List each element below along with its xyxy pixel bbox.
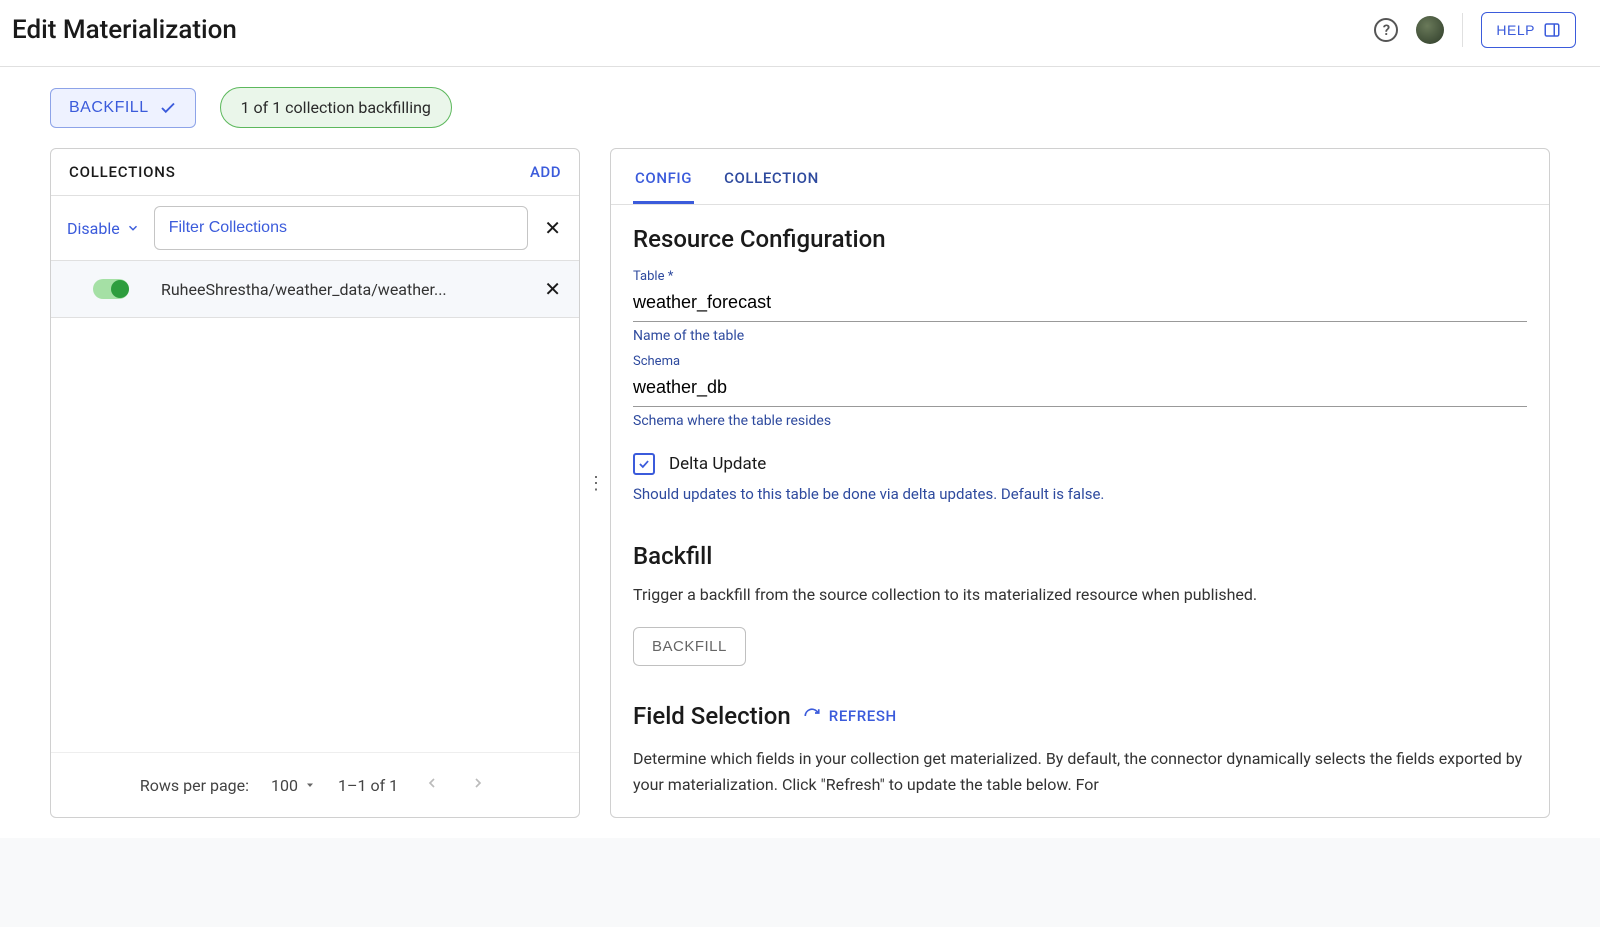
schema-field: Schema Schema where the table resides bbox=[633, 354, 1527, 429]
chevron-left-icon bbox=[424, 775, 440, 791]
table-field: Table * Name of the table bbox=[633, 269, 1527, 344]
backfill-heading: Backfill bbox=[633, 542, 1527, 570]
page-size-value: 100 bbox=[271, 776, 298, 795]
pagination: Rows per page: 100 1–1 of 1 bbox=[51, 752, 579, 817]
field-selection-header: Field Selection REFRESH bbox=[633, 702, 1527, 730]
collections-panel: COLLECTIONS ADD Disable ✕ RuheeShrestha/… bbox=[50, 148, 580, 818]
tab-config[interactable]: CONFIG bbox=[633, 149, 694, 204]
collections-header: COLLECTIONS ADD bbox=[51, 149, 579, 196]
check-icon bbox=[159, 99, 177, 117]
table-help: Name of the table bbox=[633, 328, 1527, 344]
toggle-knob bbox=[111, 280, 129, 298]
disable-label: Disable bbox=[67, 219, 120, 238]
collections-controls: Disable ✕ bbox=[51, 196, 579, 261]
schema-input[interactable] bbox=[633, 369, 1527, 407]
divider bbox=[1462, 13, 1463, 47]
refresh-icon bbox=[803, 707, 821, 725]
backfill-trigger-button[interactable]: BACKFILL bbox=[633, 627, 746, 666]
prev-page-button[interactable] bbox=[420, 775, 444, 795]
schema-label: Schema bbox=[633, 354, 1527, 369]
schema-help: Schema where the table resides bbox=[633, 413, 1527, 429]
help-button-label: HELP bbox=[1496, 22, 1535, 38]
panel-divider: ⋮ bbox=[580, 148, 610, 818]
avatar[interactable] bbox=[1416, 16, 1444, 44]
clear-filter-icon[interactable]: ✕ bbox=[540, 216, 565, 240]
header-actions: ? HELP bbox=[1374, 12, 1576, 48]
delta-update-checkbox[interactable] bbox=[633, 453, 655, 475]
filter-collections-input[interactable] bbox=[154, 206, 529, 250]
backfill-text: Trigger a backfill from the source colle… bbox=[633, 582, 1527, 608]
backfill-section: Backfill Trigger a backfill from the sou… bbox=[633, 542, 1527, 667]
field-selection-text: Determine which fields in your collectio… bbox=[633, 746, 1527, 797]
spacer bbox=[51, 318, 579, 752]
chevron-right-icon bbox=[470, 775, 486, 791]
backfill-button-label: BACKFILL bbox=[69, 99, 149, 117]
backfill-button[interactable]: BACKFILL bbox=[50, 88, 196, 128]
workspace: COLLECTIONS ADD Disable ✕ RuheeShrestha/… bbox=[0, 148, 1600, 838]
config-panel: CONFIG COLLECTION Resource Configuration… bbox=[610, 148, 1550, 818]
rows-per-page-label: Rows per page: bbox=[140, 776, 249, 795]
collections-title: COLLECTIONS bbox=[69, 163, 176, 181]
page-size-select[interactable]: 100 bbox=[271, 776, 316, 795]
page-range: 1–1 of 1 bbox=[338, 776, 398, 795]
delta-update-label: Delta Update bbox=[669, 454, 766, 474]
refresh-label: REFRESH bbox=[829, 707, 897, 725]
toolbar: BACKFILL 1 of 1 collection backfilling bbox=[0, 67, 1600, 148]
collection-toggle[interactable] bbox=[93, 279, 129, 299]
table-label: Table * bbox=[633, 269, 1527, 284]
sidebar-icon bbox=[1543, 21, 1561, 39]
disable-dropdown[interactable]: Disable bbox=[65, 213, 142, 244]
field-selection-section: Field Selection REFRESH Determine which … bbox=[633, 702, 1527, 797]
collection-name: RuheeShrestha/weather_data/weather... bbox=[161, 280, 530, 299]
help-button[interactable]: HELP bbox=[1481, 12, 1576, 48]
delta-update-help: Should updates to this table be done via… bbox=[633, 483, 1527, 506]
help-icon[interactable]: ? bbox=[1374, 18, 1398, 42]
check-icon bbox=[637, 457, 651, 471]
remove-collection-icon[interactable]: ✕ bbox=[544, 277, 561, 301]
delta-update-row: Delta Update bbox=[633, 453, 1527, 475]
resource-config-heading: Resource Configuration bbox=[633, 225, 1527, 253]
chevron-down-icon bbox=[126, 221, 140, 235]
add-collection-button[interactable]: ADD bbox=[530, 163, 561, 181]
page-title: Edit Materialization bbox=[12, 15, 237, 45]
drag-handle-icon[interactable]: ⋮ bbox=[587, 473, 603, 494]
refresh-button[interactable]: REFRESH bbox=[803, 707, 897, 725]
status-badge: 1 of 1 collection backfilling bbox=[220, 87, 452, 128]
table-input[interactable] bbox=[633, 284, 1527, 322]
tab-collection[interactable]: COLLECTION bbox=[722, 149, 821, 204]
collection-row[interactable]: RuheeShrestha/weather_data/weather... ✕ bbox=[51, 261, 579, 318]
config-tabs: CONFIG COLLECTION bbox=[611, 149, 1549, 205]
page-header: Edit Materialization ? HELP bbox=[0, 0, 1600, 67]
next-page-button[interactable] bbox=[466, 775, 490, 795]
caret-down-icon bbox=[304, 779, 316, 791]
field-selection-heading: Field Selection bbox=[633, 702, 791, 730]
config-body: Resource Configuration Table * Name of t… bbox=[611, 205, 1549, 817]
